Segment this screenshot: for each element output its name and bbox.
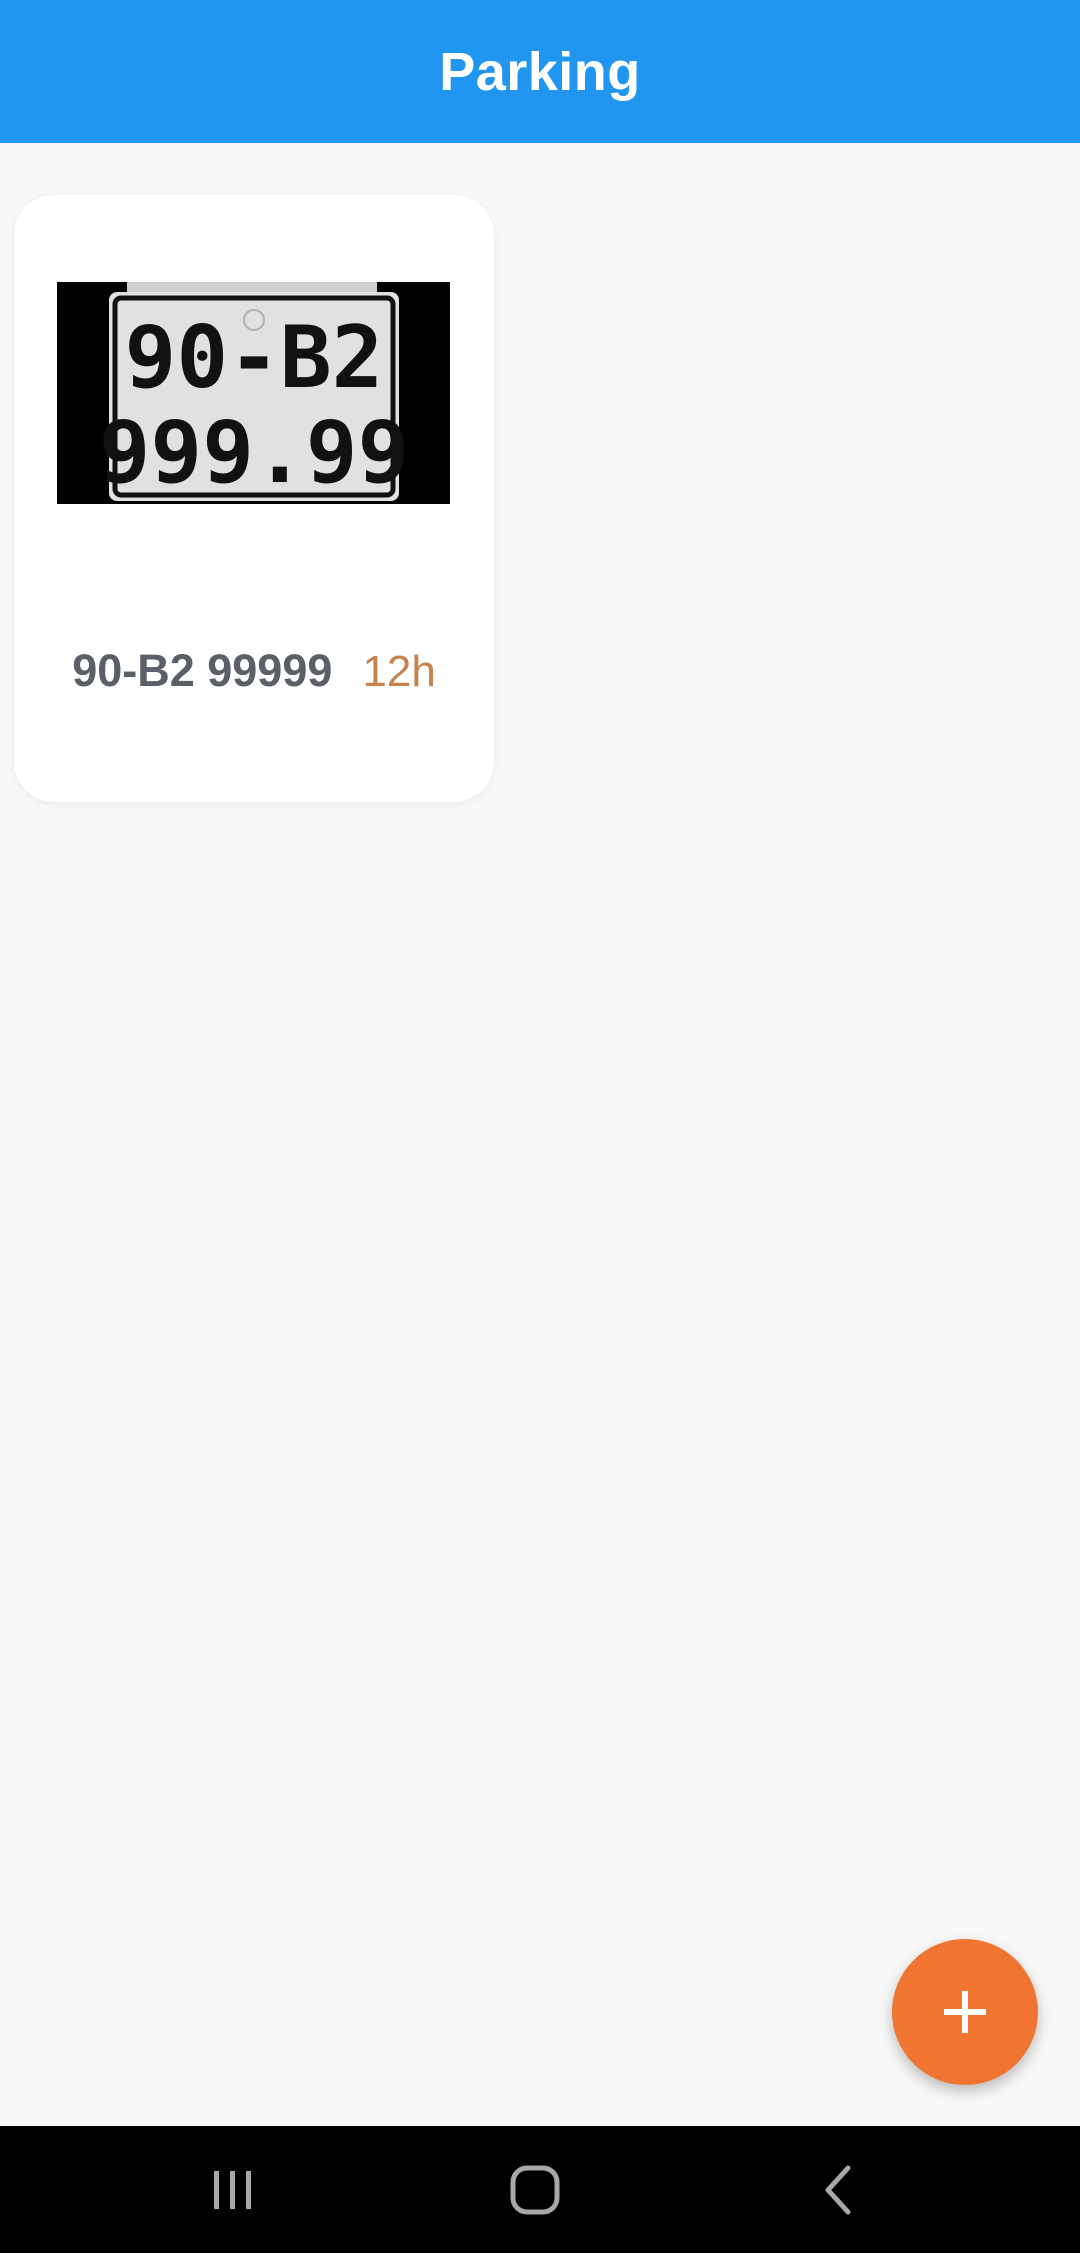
back-button[interactable]	[778, 2126, 898, 2253]
svg-text:999.99: 999.99	[99, 403, 410, 503]
home-icon	[510, 2165, 560, 2214]
add-parking-button[interactable]	[892, 1939, 1038, 2085]
recents-icon	[214, 2170, 251, 2209]
back-icon	[825, 2165, 851, 2214]
app-bar: Parking	[0, 0, 1080, 143]
page-title: Parking	[439, 41, 641, 102]
plus-icon	[944, 1991, 986, 2033]
svg-text:90-B2: 90-B2	[125, 308, 384, 408]
plate-number: 90-B2 99999	[72, 645, 333, 696]
parking-card[interactable]: 90-B2 999.99 90-B2 99999 12h	[14, 195, 494, 802]
card-info: 90-B2 99999 12h	[14, 645, 494, 697]
license-plate-image: 90-B2 999.99	[57, 282, 450, 504]
recents-button[interactable]	[173, 2126, 293, 2253]
system-navigation-bar	[0, 2126, 1080, 2253]
home-button[interactable]	[475, 2126, 595, 2253]
parking-duration: 12h	[362, 647, 436, 696]
